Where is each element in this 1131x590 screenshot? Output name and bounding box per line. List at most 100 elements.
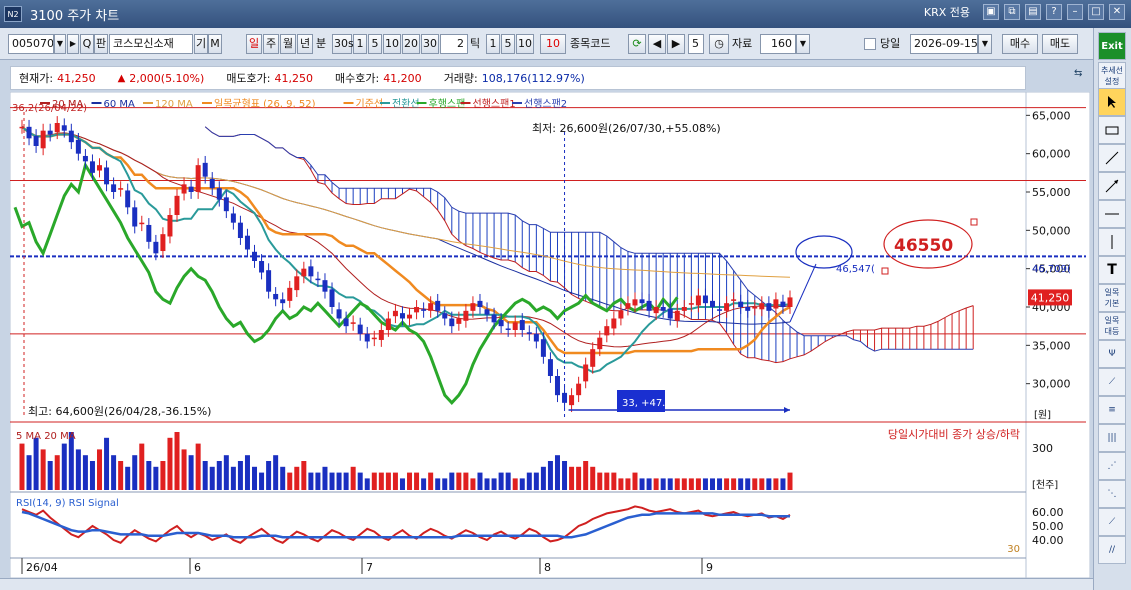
volume-bar	[442, 478, 448, 490]
tick-5[interactable]: 5	[501, 34, 515, 54]
data-count-input[interactable]: 160	[760, 34, 796, 54]
refresh-icon[interactable]: ⟳	[628, 34, 646, 54]
candle-body	[717, 309, 723, 311]
volume-note: 당일시가대비 종가 상승/하락	[888, 427, 1020, 441]
tick-10[interactable]: 10	[516, 34, 534, 54]
tick-input[interactable]: 2	[440, 34, 468, 54]
legend-item: 전환선	[392, 98, 420, 110]
candle-body	[724, 303, 730, 311]
candle-body	[385, 318, 391, 330]
close-icon[interactable]: ✕	[1109, 4, 1125, 20]
level-line-label: 46,547(	[836, 264, 875, 275]
line-tool-icon[interactable]	[1098, 144, 1126, 172]
help-icon[interactable]: ?	[1046, 4, 1062, 20]
volume-bar	[125, 466, 131, 490]
stock-chart-svg[interactable]: 65,00060,00055,00050,00045,00040,00035,0…	[9, 91, 1091, 579]
gann-grid-icon[interactable]: ⋱	[1098, 480, 1126, 508]
volume-bar	[456, 472, 462, 490]
maximize-icon[interactable]: □	[1088, 4, 1104, 20]
volume-bar	[745, 478, 751, 490]
volume-bar	[724, 478, 730, 490]
volume-bar	[167, 437, 173, 490]
fibonacci-fan-icon[interactable]: ⟋	[1098, 368, 1126, 396]
interval-10[interactable]: 10	[383, 34, 401, 54]
code-dropdown-icon[interactable]: ▼	[54, 34, 66, 54]
data-count-dropdown-icon[interactable]: ▼	[796, 34, 810, 54]
volume-bar	[632, 472, 638, 490]
candle-body	[442, 313, 448, 319]
pan-button[interactable]: 판	[94, 34, 108, 54]
clock-icon[interactable]: ◷	[709, 34, 729, 54]
volume-bar	[653, 478, 659, 490]
volume-bar	[40, 449, 46, 490]
panel-expand-icon[interactable]: ⇆	[1074, 68, 1082, 79]
trendline-settings-button[interactable]: 추세선 설정	[1098, 62, 1126, 90]
fibonacci-retrace-icon[interactable]: ≡	[1098, 396, 1126, 424]
volume-bar	[526, 472, 532, 490]
search-icon[interactable]: Q	[80, 34, 94, 54]
interval-20[interactable]: 20	[402, 34, 420, 54]
volume-bar	[350, 466, 356, 490]
fan-tool-icon[interactable]: Ψ	[1098, 340, 1126, 368]
volume-bar	[294, 466, 300, 490]
eraser-icon[interactable]	[1098, 116, 1126, 144]
count-input[interactable]: 5	[688, 34, 704, 54]
next-arrow-icon[interactable]: ▶	[67, 34, 79, 54]
m-button[interactable]: M	[208, 34, 222, 54]
candle-body	[266, 270, 272, 292]
candle-body	[26, 126, 32, 139]
prev-icon[interactable]: ◀	[648, 34, 666, 54]
layout-icon[interactable]: ▤	[1025, 4, 1041, 20]
tick-10-selected[interactable]: 10	[540, 34, 566, 54]
bid-label: 매수호가:	[335, 72, 380, 85]
period-year[interactable]: 년	[297, 34, 313, 54]
interval-30s[interactable]: 30s	[332, 34, 354, 54]
legend-item: 60 MA	[104, 99, 136, 110]
ilmok-compare-button[interactable]: 일목 대등	[1098, 312, 1126, 340]
tick-1[interactable]: 1	[486, 34, 500, 54]
cursor-icon[interactable]	[1098, 88, 1126, 116]
speed-lines-icon[interactable]: ⟋	[1098, 508, 1126, 536]
scrollbar[interactable]	[0, 578, 1093, 590]
stock-code-input[interactable]: 005070	[8, 34, 54, 54]
date-dropdown-icon[interactable]: ▼	[978, 34, 992, 54]
period-month[interactable]: 월	[280, 34, 296, 54]
volume-bar	[625, 478, 631, 490]
volume-bar	[470, 478, 476, 490]
gi-button[interactable]: 기	[194, 34, 208, 54]
link-icon[interactable]: ⧉	[1004, 4, 1020, 20]
candle-body	[160, 234, 166, 252]
interval-5[interactable]: 5	[368, 34, 382, 54]
candle-body	[695, 295, 701, 306]
text-tool-icon[interactable]: T	[1098, 256, 1126, 284]
lock-icon[interactable]: ▣	[983, 4, 999, 20]
legend-item: 선행스팬1	[473, 98, 516, 110]
candle-body	[308, 266, 314, 277]
cycle-lines-icon[interactable]: |||	[1098, 424, 1126, 452]
horizontal-line-icon[interactable]	[1098, 200, 1126, 228]
stock-name-field[interactable]: 코스모신소재	[109, 34, 193, 54]
volume-bar	[392, 472, 398, 490]
ilmok-base-button[interactable]: 일목 기본	[1098, 284, 1126, 312]
parallel-lines-icon[interactable]: //	[1098, 536, 1126, 564]
exit-button[interactable]: Exit	[1098, 32, 1126, 60]
today-checkbox[interactable]	[864, 38, 876, 50]
interval-30[interactable]: 30	[421, 34, 439, 54]
next-icon[interactable]: ▶	[667, 34, 685, 54]
candle-body	[174, 195, 180, 215]
volume-tick-label: 300	[1032, 442, 1053, 455]
minimize-icon[interactable]: –	[1067, 4, 1083, 20]
buy-button[interactable]: 매수	[1002, 34, 1038, 54]
period-day[interactable]: 일	[246, 34, 262, 54]
sell-button[interactable]: 매도	[1042, 34, 1078, 54]
period-week[interactable]: 주	[263, 34, 279, 54]
candle-body	[19, 126, 25, 129]
ray-tool-icon[interactable]	[1098, 172, 1126, 200]
vertical-line-icon[interactable]	[1098, 228, 1126, 256]
volume-bar	[139, 443, 145, 490]
gann-fan-icon[interactable]: ⋰	[1098, 452, 1126, 480]
chart-area[interactable]: 65,000 60,000 55,000 50,000 45,000 40,000 35,0…	[9, 91, 1091, 579]
interval-1[interactable]: 1	[353, 34, 367, 54]
candle-body	[787, 297, 793, 307]
date-field[interactable]: 2026-09-15	[910, 34, 978, 54]
